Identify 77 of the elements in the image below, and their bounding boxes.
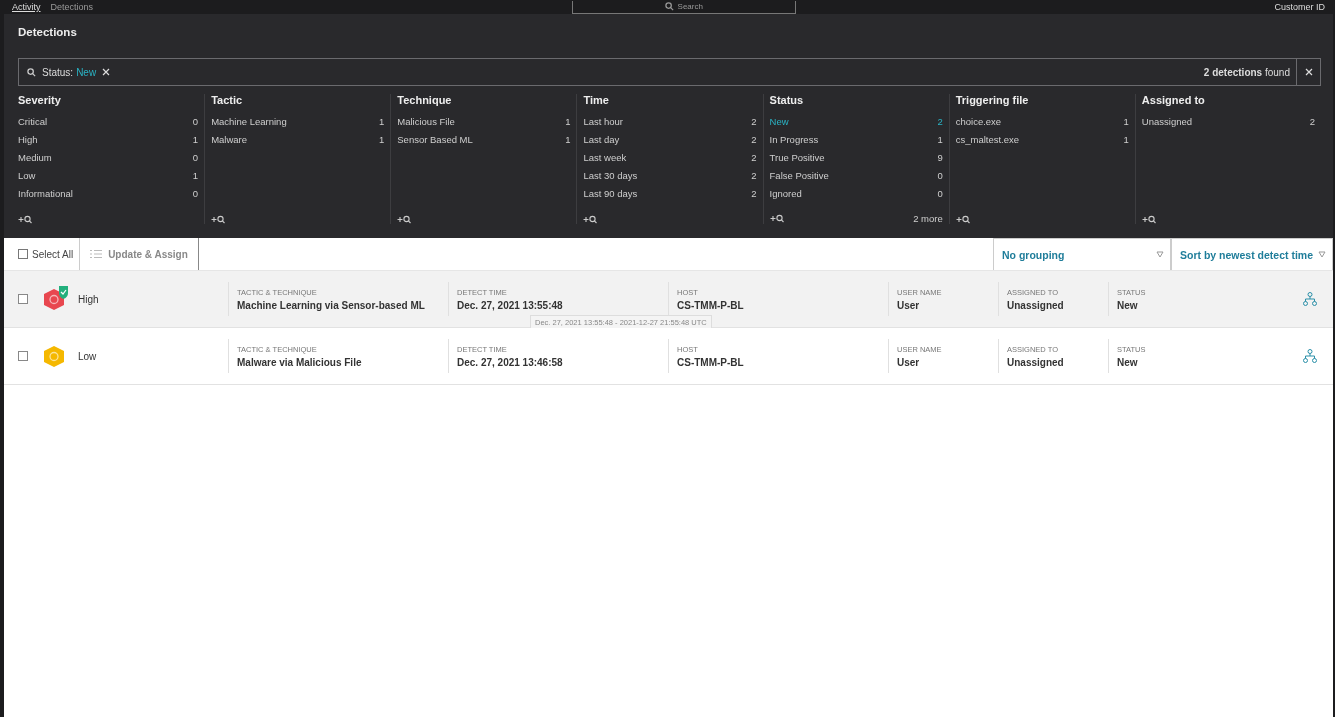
search-placeholder: Search — [677, 2, 703, 11]
update-assign-button[interactable]: Update & Assign — [80, 238, 199, 270]
global-search-field[interactable]: Search — [571, 0, 796, 14]
field-value: CS-TMM-P-BL — [677, 299, 745, 311]
facet-item[interactable]: Last hour 2 — [583, 116, 757, 134]
add-search-icon[interactable] — [397, 215, 413, 224]
field-value: CS-TMM-P-BL — [677, 356, 745, 368]
facet-item[interactable]: New 2 — [769, 116, 943, 134]
field-value: User — [897, 299, 921, 311]
facet-item[interactable]: Unassigned 2 — [1141, 116, 1315, 134]
search-icon — [27, 67, 36, 77]
facet-title: Technique — [397, 94, 453, 108]
account-menu[interactable]: Customer ID — [1274, 2, 1325, 12]
add-search-icon[interactable] — [583, 215, 599, 224]
field-value: Unassigned — [1007, 299, 1065, 311]
add-search-icon[interactable] — [1141, 215, 1157, 224]
field-value: Malware via Malicious File — [237, 356, 363, 368]
sort-dropdown[interactable]: Sort by newest detect time — [1171, 238, 1333, 270]
list-icon — [90, 249, 103, 259]
facet-item[interactable]: Last 30 days 2 — [583, 170, 757, 188]
grouping-dropdown[interactable]: No grouping — [993, 238, 1171, 270]
process-tree-icon[interactable] — [1303, 292, 1317, 306]
severity-icon — [42, 285, 70, 313]
remove-icon[interactable] — [102, 68, 111, 76]
page-title: Detections — [18, 26, 78, 40]
facet-title: Tactic — [211, 94, 244, 108]
results-count: 2 detections found — [1203, 66, 1291, 78]
detection-row[interactable] — [4, 271, 1333, 328]
facet-item[interactable]: Last day 2 — [583, 134, 757, 152]
facet-item[interactable]: Critical 0 — [18, 116, 199, 134]
facet-item[interactable]: Last 90 days 2 — [583, 188, 757, 206]
facet-item[interactable]: High 1 — [18, 134, 199, 152]
search-icon — [664, 2, 674, 11]
field-value: Dec. 27, 2021 13:55:48 — [457, 299, 564, 311]
process-tree-icon[interactable] — [1303, 349, 1317, 363]
facet-item[interactable]: Low 1 — [18, 170, 199, 188]
add-search-icon[interactable] — [18, 215, 33, 224]
filter-chip[interactable]: Status: New — [42, 66, 97, 78]
facet-item[interactable]: Sensor Based ML 1 — [397, 134, 571, 152]
severity-label: Low — [78, 350, 98, 362]
close-icon[interactable] — [1304, 68, 1313, 76]
facet-title: Triggering file — [955, 94, 1030, 108]
more-link[interactable]: 2 more — [913, 213, 943, 224]
facet-item[interactable]: True Positive 9 — [769, 152, 943, 170]
breadcrumb-link[interactable]: Detections — [50, 2, 94, 12]
facet-title: Time — [583, 94, 610, 108]
field-value: New — [1117, 299, 1139, 311]
facet-item[interactable]: cs_maltest.exe 1 — [955, 134, 1129, 152]
severity-label: High — [78, 293, 100, 305]
facet-item[interactable]: In Progress 1 — [769, 134, 943, 152]
facet-item[interactable]: False Positive 0 — [769, 170, 943, 188]
facet-item[interactable]: Informational 0 — [18, 188, 199, 206]
facet-item[interactable]: choice.exe 1 — [955, 116, 1129, 134]
facet-item[interactable]: Malicious File 1 — [397, 116, 571, 134]
field-value: New — [1117, 356, 1139, 368]
breadcrumb-link[interactable]: Activity — [12, 2, 41, 12]
facet-item[interactable]: Last week 2 — [583, 152, 757, 170]
add-search-icon[interactable] — [769, 214, 785, 223]
add-search-icon[interactable] — [211, 215, 227, 224]
add-search-icon[interactable] — [955, 215, 971, 224]
field-value: Unassigned — [1007, 356, 1065, 368]
field-value: User — [897, 356, 921, 368]
filter-bar[interactable]: Status: New 2 detections found — [18, 58, 1321, 86]
facet-item[interactable]: Machine Learning 1 — [211, 116, 385, 134]
caret-icon — [1318, 251, 1326, 258]
field-value: Dec. 27, 2021 13:46:58 — [457, 356, 564, 368]
row-checkbox[interactable] — [18, 351, 28, 361]
facet-title: Assigned to — [1141, 94, 1206, 108]
facet-item[interactable]: Ignored 0 — [769, 188, 943, 206]
row-checkbox[interactable] — [18, 294, 28, 304]
facet-title: Status — [769, 94, 805, 108]
facet-title: Severity — [18, 94, 62, 108]
caret-icon — [1156, 251, 1164, 258]
field-value: Machine Learning via Sensor-based ML — [237, 299, 426, 311]
select-all-checkbox[interactable]: Select All — [4, 238, 81, 270]
facet-item[interactable]: Malware 1 — [211, 134, 385, 152]
facet-item[interactable]: Medium 0 — [18, 152, 199, 170]
